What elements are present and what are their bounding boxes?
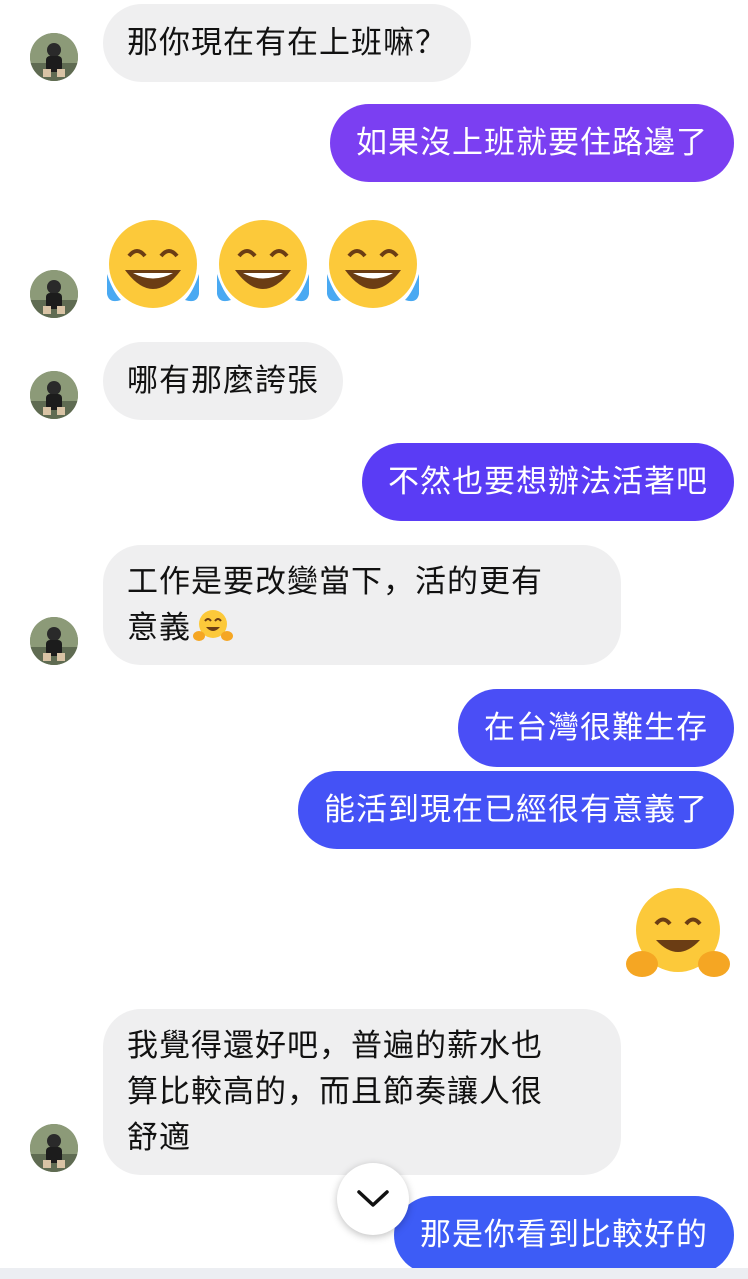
message-text-line: 舒適 xyxy=(127,1120,191,1156)
message-text: 如果沒上班就要住路邊了 xyxy=(356,125,708,161)
message-bubble-outgoing[interactable]: 在台灣很難生存 xyxy=(458,689,734,767)
composer-edge xyxy=(0,1268,748,1279)
avatar[interactable] xyxy=(30,617,78,665)
message-text-line: 意義 xyxy=(127,605,597,651)
message-text: 不然也要想辦法活著吧 xyxy=(388,464,708,500)
message-text-line: 我覺得還好吧，普遍的薪水也 xyxy=(127,1028,543,1064)
avatar[interactable] xyxy=(30,270,78,318)
tears-of-joy-emoji-group[interactable] xyxy=(103,218,433,318)
tears-of-joy-icon xyxy=(217,220,309,308)
chevron-down-icon xyxy=(357,1190,389,1207)
avatar[interactable] xyxy=(30,371,78,419)
message-text: 那你現在有在上班嘛？ xyxy=(127,25,447,61)
tears-of-joy-icon xyxy=(327,220,419,308)
message-text: 那是你看到比較好的 xyxy=(420,1217,708,1253)
tears-of-joy-icon xyxy=(107,220,199,308)
avatar[interactable] xyxy=(30,1124,78,1172)
hugging-face-emoji[interactable] xyxy=(626,884,730,988)
message-text: 能活到現在已經很有意義了 xyxy=(324,792,708,828)
message-bubble-outgoing[interactable]: 如果沒上班就要住路邊了 xyxy=(330,104,734,182)
hugging-face-icon xyxy=(193,610,233,641)
message-bubble-outgoing[interactable]: 那是你看到比較好的 xyxy=(394,1196,734,1274)
message-bubble-incoming[interactable]: 哪有那麼誇張 xyxy=(103,342,343,420)
message-bubble-incoming[interactable]: 那你現在有在上班嘛？ xyxy=(103,4,471,82)
scroll-to-bottom-button[interactable] xyxy=(337,1163,409,1235)
message-bubble-outgoing[interactable]: 不然也要想辦法活著吧 xyxy=(362,443,734,521)
message-text-line: 算比較高的，而且節奏讓人很 xyxy=(127,1074,543,1110)
hugging-face-icon xyxy=(626,888,730,977)
avatar[interactable] xyxy=(30,33,78,81)
message-text-line: 工作是要改變當下，活的更有 xyxy=(127,564,543,600)
message-bubble-outgoing[interactable]: 能活到現在已經很有意義了 xyxy=(298,771,734,849)
message-bubble-incoming[interactable]: 我覺得還好吧，普遍的薪水也 算比較高的，而且節奏讓人很 舒適 xyxy=(103,1009,621,1175)
message-bubble-incoming[interactable]: 工作是要改變當下，活的更有 意義 xyxy=(103,545,621,665)
message-text: 哪有那麼誇張 xyxy=(127,363,319,399)
message-text: 在台灣很難生存 xyxy=(484,710,708,746)
